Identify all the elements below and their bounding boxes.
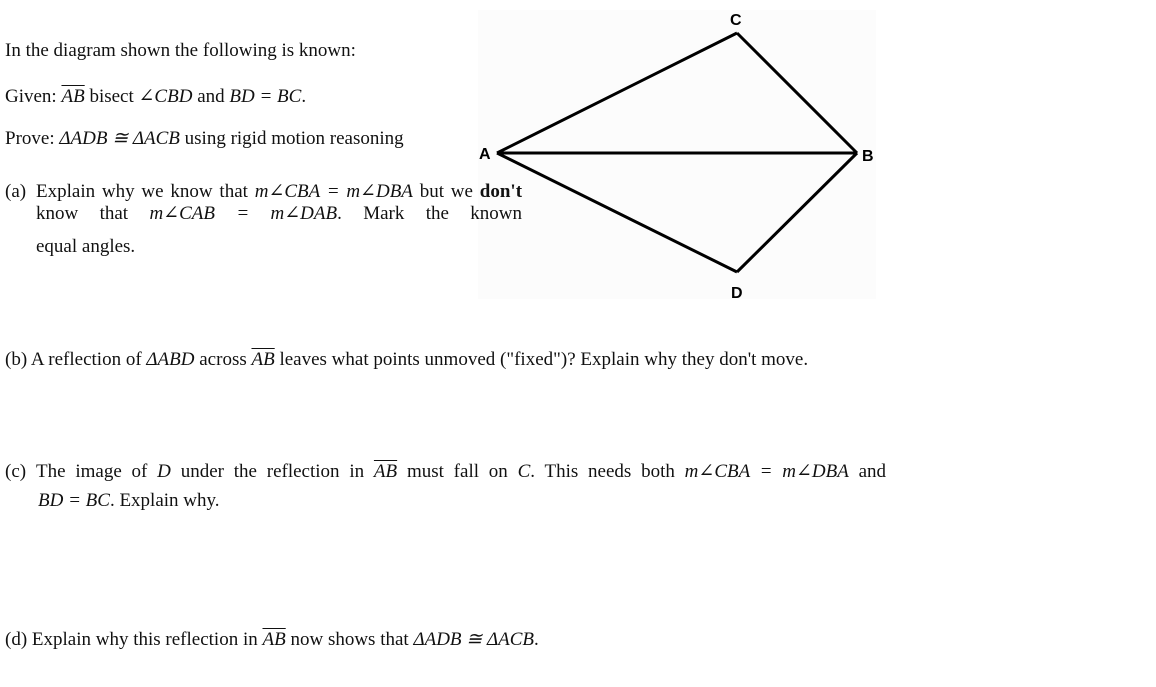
part-a-last-line: equal angles.: [36, 236, 135, 258]
prove-label: Prove:: [5, 128, 55, 149]
given-statement: Given: AB bisect ∠CBD and BD = BC.: [5, 86, 306, 108]
part-a-t4: . Mark the known: [337, 203, 522, 224]
part-b-t1: A reflection of: [30, 349, 142, 370]
segment-ab: AB: [262, 629, 286, 650]
congruence-statement: ΔADB ≅ ΔACB: [413, 629, 534, 650]
part-a-t2: but we: [419, 181, 473, 202]
part-d-t2: now shows that: [290, 629, 409, 650]
part-c-t2: under the reflection in: [180, 461, 365, 482]
part-c-t1: The image of: [36, 461, 148, 482]
segment-ab: AB: [251, 349, 275, 370]
period: .: [301, 86, 307, 107]
part-c-t6: . Explain why.: [109, 490, 220, 511]
triangle-abd: ΔABD: [146, 349, 195, 370]
emphasis-dont: don't: [479, 181, 523, 202]
part-c-marker: (c): [5, 461, 26, 483]
congruence-statement: ΔADB ≅ ΔACB: [59, 128, 180, 149]
part-d-t1: Explain why this reflection in: [31, 629, 258, 650]
marker-d: (d): [5, 629, 28, 650]
equation-bd-bc: BD = BC: [229, 86, 302, 107]
part-c-text: The image of D under the reflection in A…: [36, 461, 886, 483]
equation-cba-dba: m∠CBA = m∠DBA: [254, 181, 413, 202]
segment-ab: AB: [61, 86, 85, 107]
part-b-t2: across: [199, 349, 247, 370]
part-a-marker: (a): [5, 181, 26, 203]
period: .: [534, 629, 539, 650]
prove-rest: using rigid motion reasoning: [184, 128, 404, 149]
marker-a: (a): [5, 181, 27, 202]
point-c: C: [517, 461, 531, 482]
given-verb: bisect: [89, 86, 134, 107]
part-b-text: (b) A reflection of ΔABD across AB leave…: [5, 349, 808, 371]
intro-line: In the diagram shown the following is kn…: [5, 40, 356, 61]
prove-statement: Prove: ΔADB ≅ ΔACB using rigid motion re…: [5, 128, 404, 150]
equation-cba-dba: m∠CBA = m∠DBA: [684, 461, 849, 482]
part-c-t5: and: [858, 461, 887, 482]
part-b-t3: leaves what points unmoved ("fixed")? Ex…: [279, 349, 809, 370]
equation-bd-bc: BD = BC: [38, 490, 110, 511]
part-a-t5: equal angles.: [36, 236, 136, 257]
intro-text: In the diagram shown the following is kn…: [5, 40, 356, 62]
part-a-t1: Explain why we know that: [36, 181, 248, 202]
part-c-t3: must fall on: [406, 461, 508, 482]
part-a-t3: know that: [36, 203, 129, 224]
given-conj: and: [197, 86, 225, 107]
part-a-text: Explain why we know that m∠CBA = m∠DBA b…: [36, 181, 522, 225]
angle-cbd: ∠CBD: [138, 86, 193, 107]
segment-ab: AB: [373, 461, 398, 482]
equation-cab-dab: m∠CAB = m∠DAB: [149, 203, 338, 224]
given-label: Given:: [5, 86, 57, 107]
part-d-text: (d) Explain why this reflection in AB no…: [5, 629, 539, 651]
diagram-background: [478, 10, 876, 299]
marker-b: (b): [5, 349, 28, 370]
marker-c: (c): [5, 461, 27, 482]
part-c-last-line: BD = BC. Explain why.: [38, 490, 220, 512]
point-d: D: [157, 461, 171, 482]
part-c-t4: . This needs both: [530, 461, 675, 482]
